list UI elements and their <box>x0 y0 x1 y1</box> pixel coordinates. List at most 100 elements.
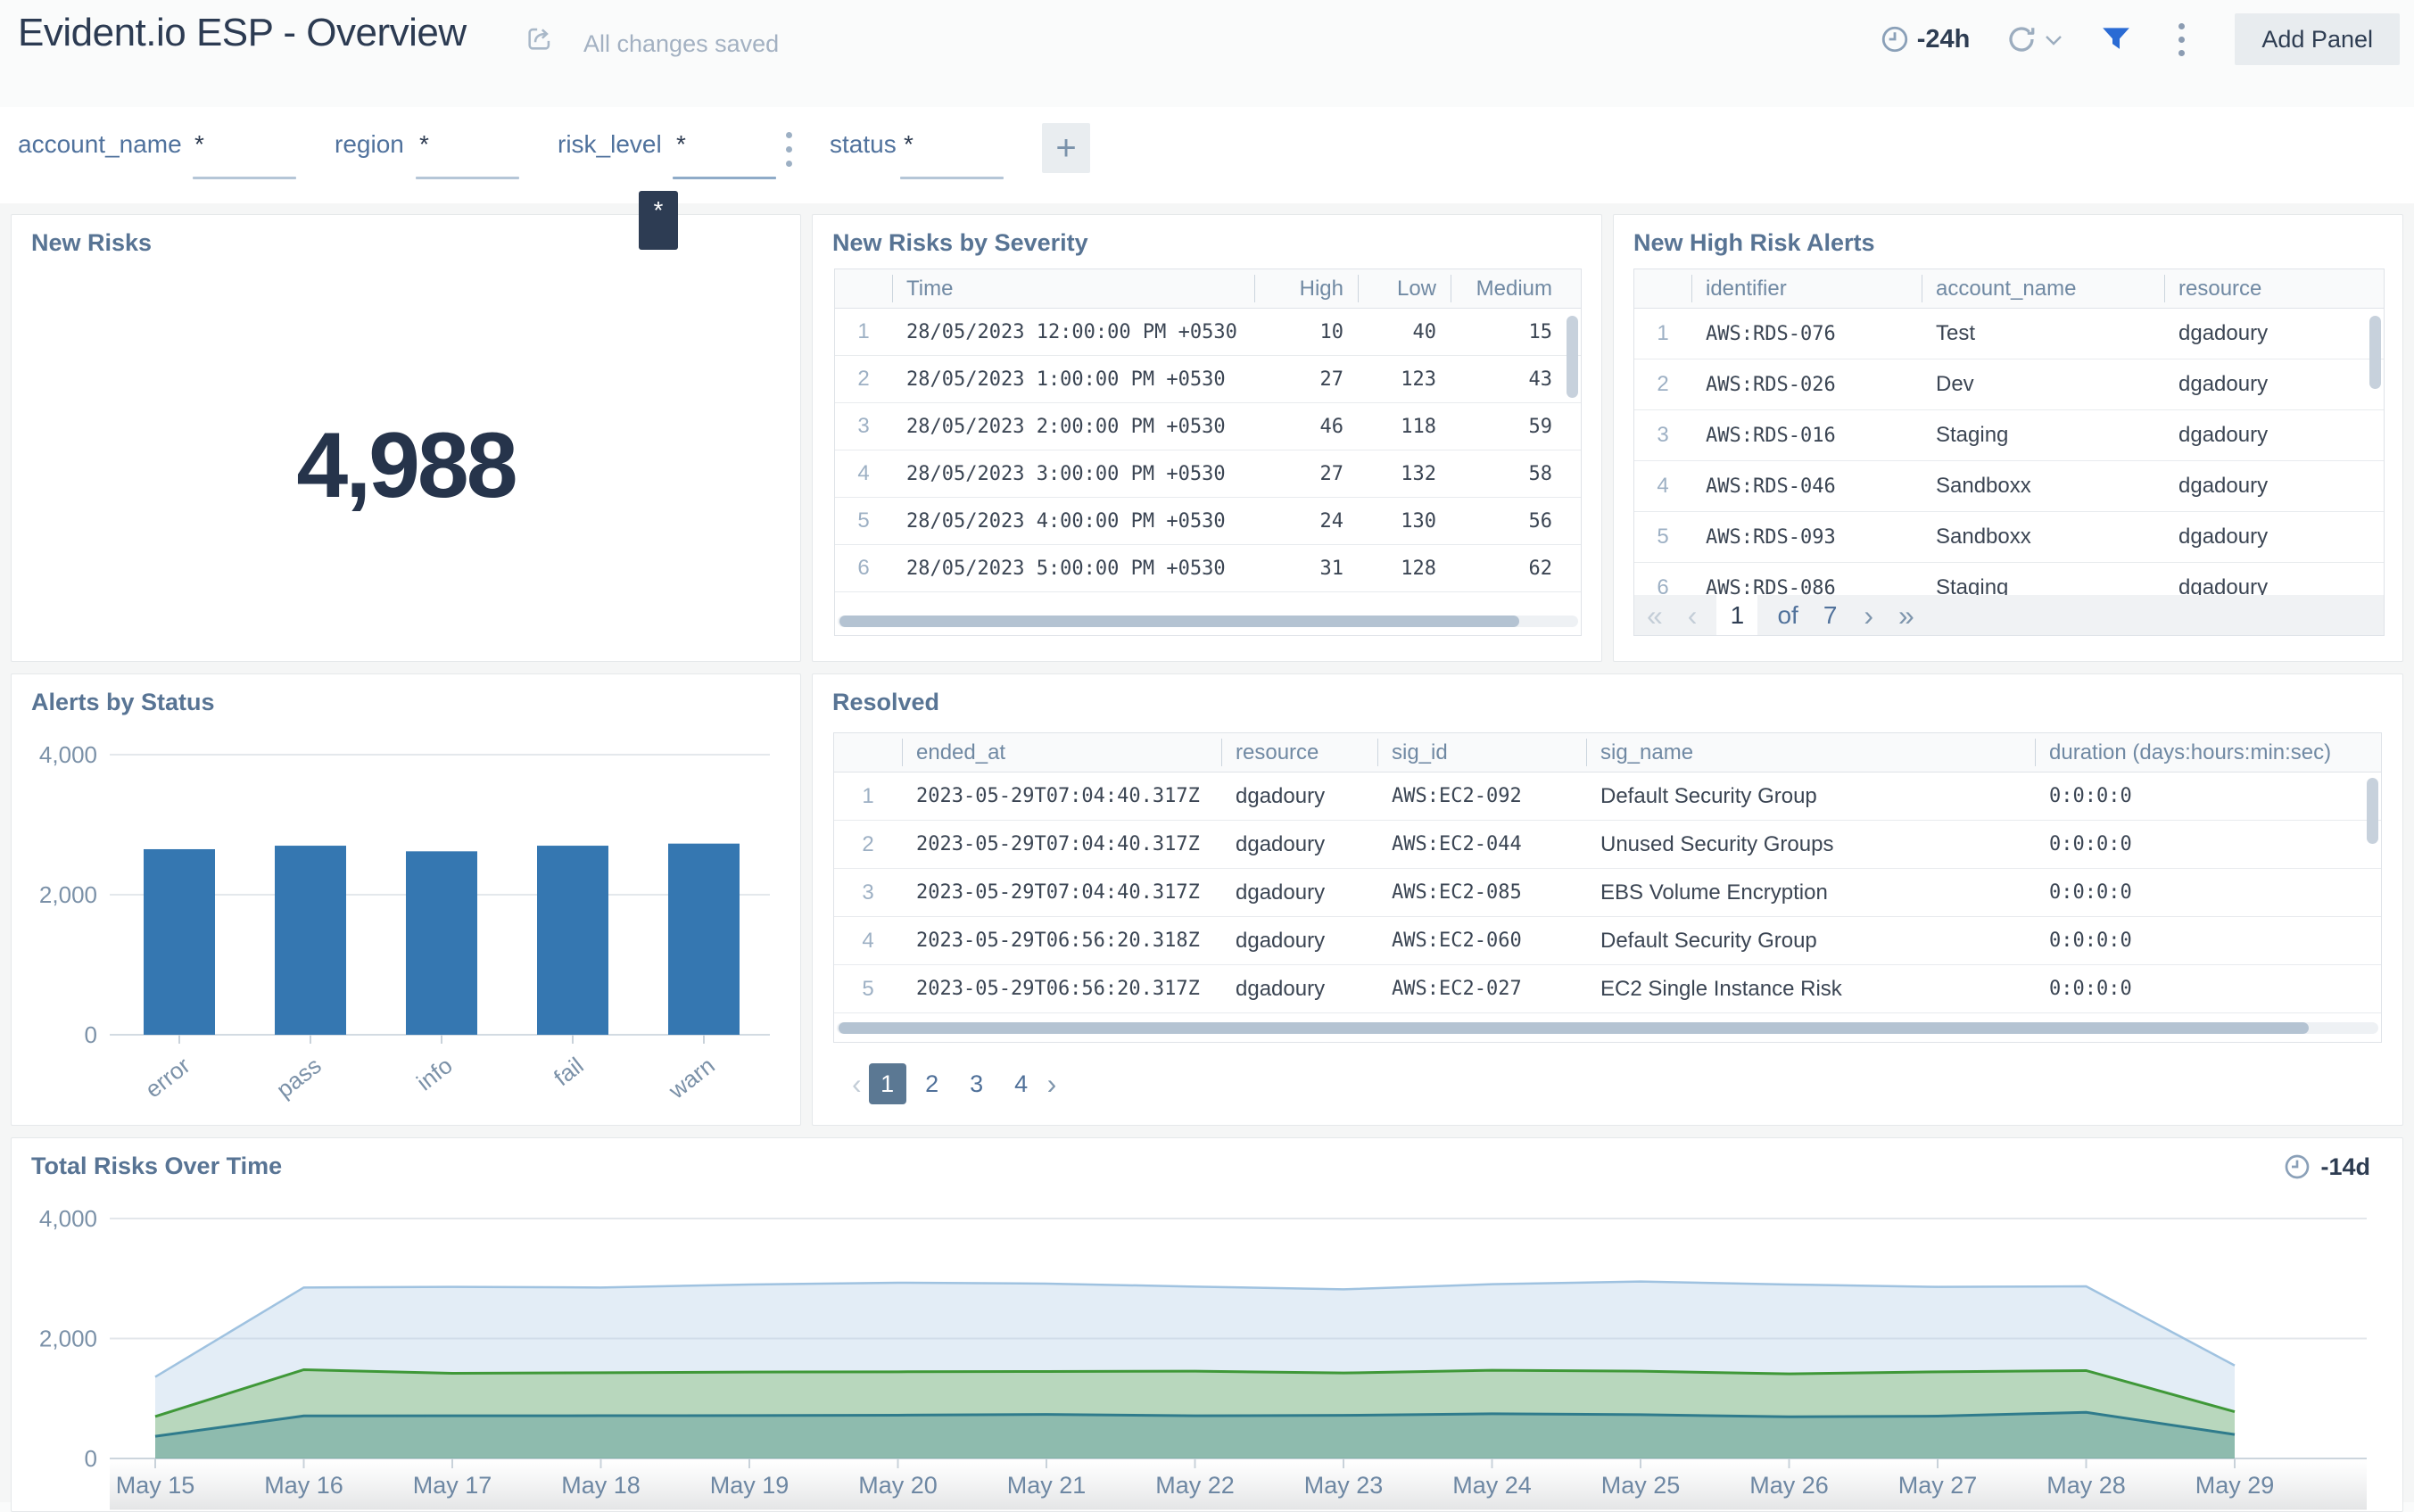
current-page-input[interactable]: 1 <box>1716 595 1758 635</box>
svg-text:0: 0 <box>85 1021 97 1048</box>
filter-input-account-name[interactable] <box>193 177 296 179</box>
share-icon[interactable] <box>525 23 555 54</box>
column-header-time[interactable]: Time <box>892 269 1254 308</box>
alerts-by-status-bar-chart[interactable]: 4,000 2,000 0 error pass info fail warn <box>12 674 800 1125</box>
table-row: 2 AWS:RDS-026 Dev dgadoury <box>1634 359 2384 410</box>
table-row: 5 2023-05-29T06:56:20.317Z dgadoury AWS:EC2… <box>834 965 2381 1013</box>
panel-title: New Risks by Severity <box>832 229 1088 256</box>
add-filter-button[interactable]: + <box>1042 123 1090 173</box>
panel-new-risks-by-severity: New Risks by Severity Time High Low Medium … <box>812 214 1602 662</box>
column-header-sig-name[interactable]: sig_name <box>1586 733 2035 772</box>
next-page-button[interactable]: › <box>1047 1065 1057 1103</box>
svg-text:May 17: May 17 <box>413 1472 492 1499</box>
svg-text:May 21: May 21 <box>1007 1472 1087 1499</box>
filter-icon[interactable] <box>2102 27 2130 52</box>
next-page-button[interactable]: › <box>1864 597 1873 634</box>
table-cell: 28/05/2023 2:00:00 PM +0530 <box>906 415 1226 438</box>
table-cell: AWS:RDS-076 <box>1706 322 1836 345</box>
svg-text:2,000: 2,000 <box>39 881 97 908</box>
filter-label-status: status <box>830 130 897 158</box>
horizontal-scrollbar[interactable] <box>839 616 1519 627</box>
time-range-value[interactable]: -24h <box>1917 25 1971 54</box>
refresh-icon[interactable] <box>2005 23 2038 55</box>
filter-options-icon[interactable] <box>786 132 792 167</box>
row-number: 1 <box>857 319 870 343</box>
table-row: 4 28/05/2023 3:00:00 PM +0530 27 132 58 <box>835 450 1581 498</box>
table-cell: 0:0:0:0 <box>2049 833 2132 855</box>
table-cell: dgadoury <box>1236 783 1326 808</box>
table-row: 1 28/05/2023 12:00:00 PM +0530 10 40 15 <box>835 309 1581 356</box>
horizontal-scrollbar[interactable] <box>839 1022 2309 1034</box>
page-button-2[interactable]: 2 <box>914 1063 951 1104</box>
filter-label-risk-level: risk_level <box>558 130 662 158</box>
horizontal-scrollbar-track[interactable] <box>837 1022 2378 1034</box>
vertical-scrollbar[interactable] <box>1567 316 1578 398</box>
table-header: identifier account_name resource <box>1634 269 2384 309</box>
panel-resolved: Resolved ended_at resource sig_id sig_name d… <box>812 673 2403 1126</box>
column-header-resource[interactable]: resource <box>2164 269 2369 308</box>
page-button-1[interactable]: 1 <box>868 1063 906 1104</box>
column-header-ended-at[interactable]: ended_at <box>902 733 1221 772</box>
row-number: 3 <box>857 414 870 438</box>
prev-page-button[interactable]: ‹ <box>1688 597 1698 634</box>
filter-input-status[interactable] <box>900 177 1004 179</box>
more-menu-icon[interactable] <box>2173 18 2190 62</box>
table-row: 5 AWS:RDS-093 Sandboxx dgadoury <box>1634 512 2384 563</box>
first-page-button[interactable]: « <box>1647 597 1663 634</box>
row-number: 3 <box>862 880 874 905</box>
column-header-low[interactable]: Low <box>1358 269 1451 308</box>
table-cell: dgadoury <box>1236 928 1326 953</box>
row-number: 5 <box>1657 525 1669 549</box>
row-number: 2 <box>862 831 874 856</box>
table-cell: AWS:EC2-044 <box>1392 833 1522 855</box>
last-page-button[interactable]: » <box>1898 597 1914 634</box>
row-number-header <box>835 269 892 308</box>
table-row: 2 2023-05-29T07:04:40.317Z dgadoury AWS:EC2… <box>834 821 2381 869</box>
column-header-resource[interactable]: resource <box>1221 733 1377 772</box>
add-panel-button[interactable]: Add Panel <box>2235 13 2400 65</box>
column-header-identifier[interactable]: identifier <box>1691 269 1922 308</box>
refresh-chevron-icon[interactable] <box>2045 34 2063 45</box>
column-header-sig-id[interactable]: sig_id <box>1377 733 1586 772</box>
table-cell: Test <box>1936 321 1976 345</box>
filter-input-risk-level[interactable] <box>673 177 776 179</box>
table-cell: 2023-05-29T07:04:40.317Z <box>916 881 1200 904</box>
table-cell: Default Security Group <box>1600 783 1817 808</box>
new-risks-value: 4,988 <box>296 414 517 517</box>
table-cell: dgadoury <box>2178 474 2269 498</box>
vertical-scrollbar[interactable] <box>2369 316 2381 389</box>
table-cell: 40 <box>1412 320 1437 343</box>
svg-text:4,000: 4,000 <box>39 1205 97 1232</box>
total-risks-area-chart[interactable]: 0 2,000 4,000 May 15 May 16 May 17 May 18 May 1… <box>12 1138 2402 1511</box>
svg-text:4,000: 4,000 <box>39 741 97 768</box>
filter-value-status[interactable]: * <box>904 130 914 159</box>
column-header-high[interactable]: High <box>1254 269 1358 308</box>
svg-text:error: error <box>140 1052 195 1103</box>
table-cell: 130 <box>1401 509 1436 533</box>
page-button-3[interactable]: 3 <box>958 1063 996 1104</box>
row-number: 3 <box>1657 423 1669 447</box>
table-cell: 59 <box>1528 415 1553 438</box>
column-header-duration-days-hours-min-sec-[interactable]: duration (days:hours:min:sec) <box>2035 733 2365 772</box>
filter-value-account-name[interactable]: * <box>194 130 204 159</box>
page-button-4[interactable]: 4 <box>1003 1063 1040 1104</box>
panel-new-high-risk-alerts: New High Risk Alerts identifier account_n… <box>1613 214 2403 662</box>
filter-input-region[interactable] <box>416 177 519 179</box>
column-header-medium[interactable]: Medium <box>1451 269 1567 308</box>
filter-value-risk-level[interactable]: * <box>676 130 686 159</box>
table-cell: dgadoury <box>1236 831 1326 856</box>
pagination: ‹ 1 2 3 4 › <box>852 1063 1056 1104</box>
table-cell: 27 <box>1319 462 1344 485</box>
prev-page-button[interactable]: ‹ <box>852 1065 862 1103</box>
table-cell: AWS:EC2-060 <box>1392 930 1522 952</box>
column-header-account-name[interactable]: account_name <box>1922 269 2164 308</box>
clock-icon[interactable] <box>1880 24 1910 54</box>
vertical-scrollbar[interactable] <box>2367 778 2378 844</box>
table-row: 3 28/05/2023 2:00:00 PM +0530 46 118 59 <box>835 403 1581 450</box>
filter-value-region[interactable]: * <box>419 130 429 159</box>
page-title: Evident.io ESP - Overview <box>18 11 467 54</box>
table-row: 6 28/05/2023 5:00:00 PM +0530 31 128 62 <box>835 545 1581 592</box>
horizontal-scrollbar-track[interactable] <box>838 616 1578 627</box>
svg-text:May 18: May 18 <box>561 1472 641 1499</box>
table-cell: AWS:RDS-026 <box>1706 373 1836 396</box>
